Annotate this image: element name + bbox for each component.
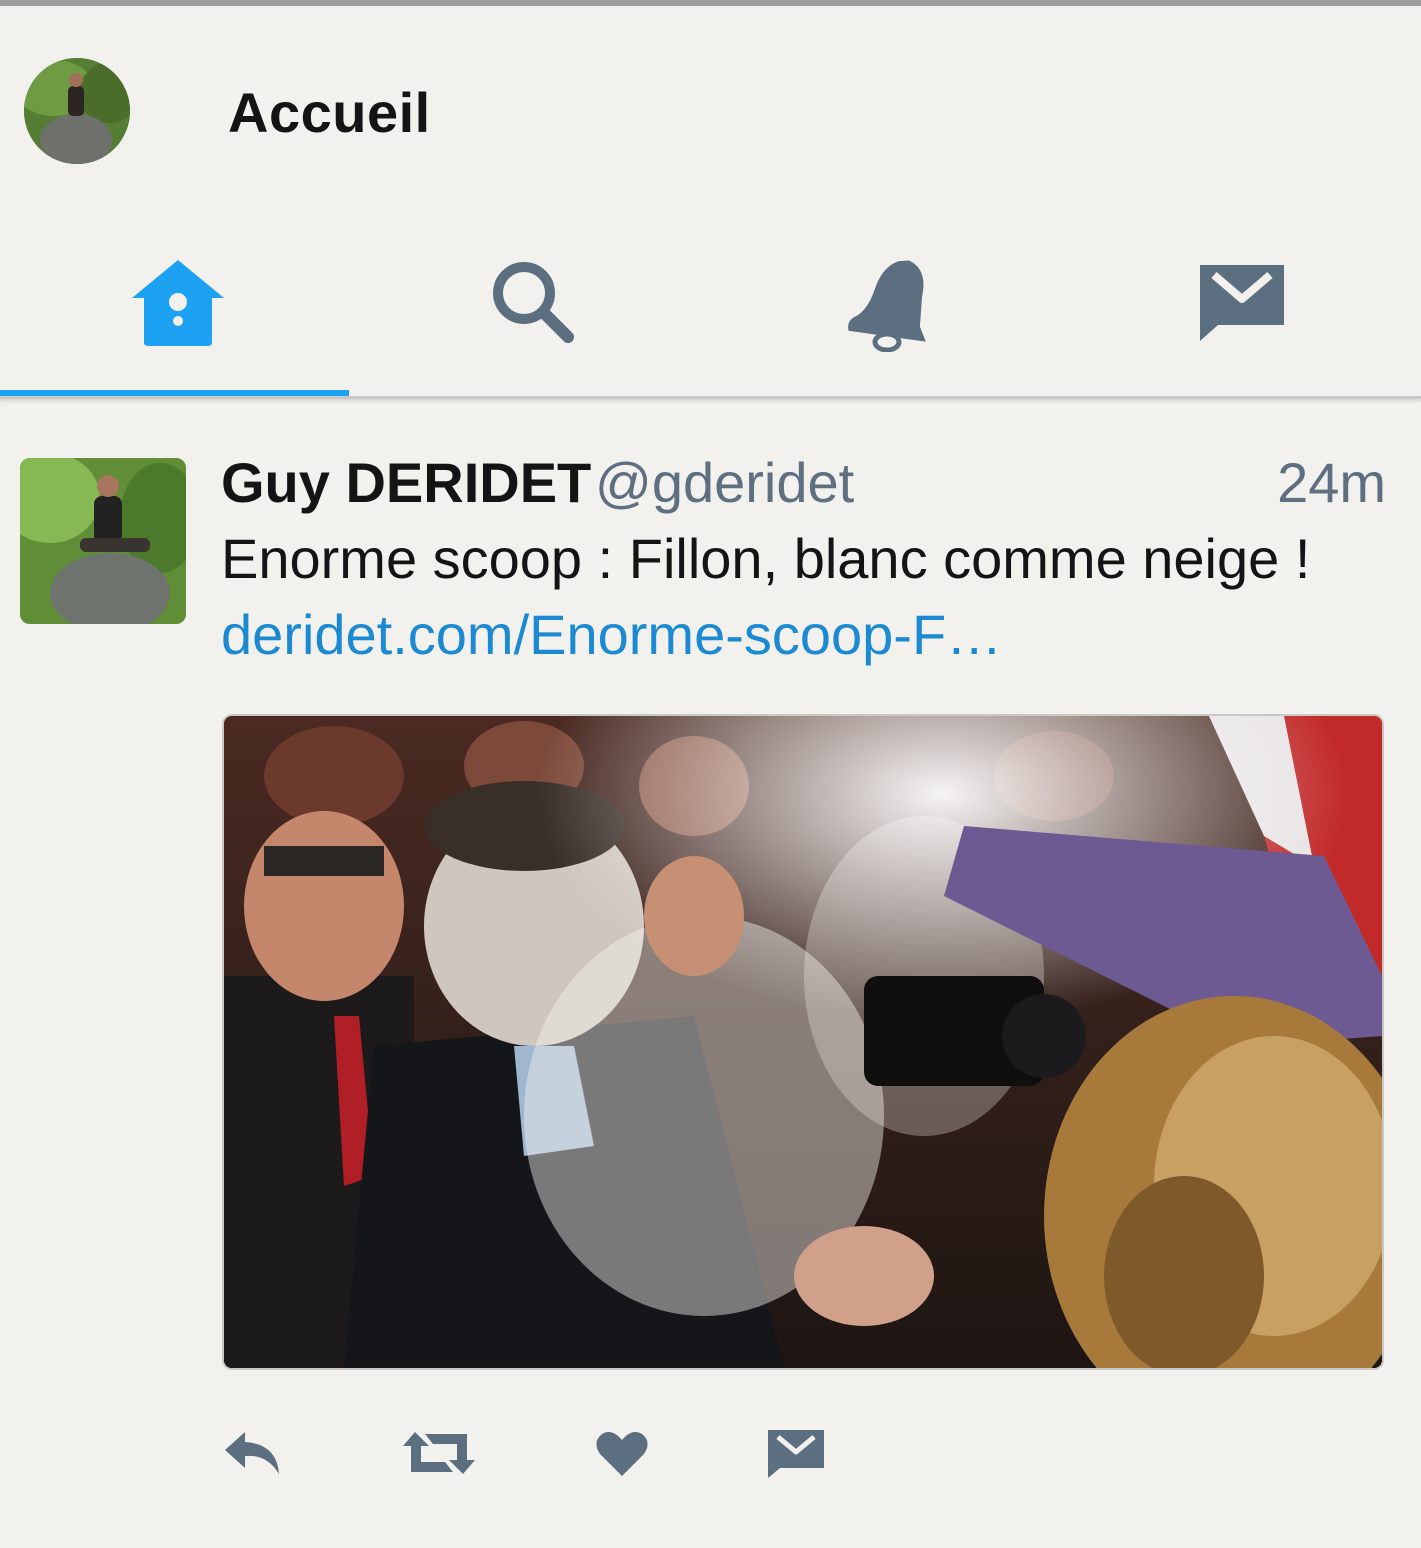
tweet-text: Enorme scoop : Fillon, blanc comme neige… (221, 527, 1311, 590)
search-icon (492, 262, 574, 343)
tab-notifications[interactable] (710, 212, 1065, 392)
tab-messages[interactable] (1064, 212, 1419, 392)
author-photo (20, 458, 186, 624)
reply-icon (225, 1432, 279, 1474)
author-name[interactable]: Guy DERIDET (221, 450, 591, 515)
mail-icon (1199, 265, 1284, 341)
direct-message-button[interactable] (766, 1418, 826, 1488)
retweet-icon (403, 1432, 475, 1474)
like-button[interactable] (594, 1418, 650, 1488)
bell-icon (847, 260, 926, 352)
tab-search[interactable] (355, 212, 710, 392)
tweet-link[interactable]: deridet.com/Enorme-scoop-F… (221, 602, 1002, 667)
retweet-button[interactable] (401, 1418, 477, 1488)
media-photo (224, 716, 1382, 1368)
tweet-card[interactable]: Guy DERIDET @gderidet 24m Enorme scoop :… (0, 420, 1421, 1548)
home-icon (131, 260, 224, 346)
page-title: Accueil (228, 81, 431, 144)
tab-home[interactable] (0, 212, 355, 392)
tweet-header: Guy DERIDET @gderidet 24m (221, 450, 1386, 520)
tweet-timestamp: 24m (1277, 451, 1386, 514)
avatar-photo (24, 58, 130, 164)
tweet-author-avatar[interactable] (20, 458, 186, 624)
direct-message-icon (768, 1430, 824, 1478)
tab-bar-divider (0, 396, 1421, 399)
author-handle[interactable]: @gderidet (595, 450, 854, 515)
tweet-media-image[interactable] (222, 714, 1384, 1370)
reply-button[interactable] (221, 1418, 285, 1488)
tweet-actions (221, 1418, 921, 1488)
profile-avatar[interactable] (24, 58, 130, 164)
like-icon (596, 1432, 648, 1476)
tab-bar (0, 212, 1421, 398)
app-header: Accueil (0, 6, 1421, 212)
